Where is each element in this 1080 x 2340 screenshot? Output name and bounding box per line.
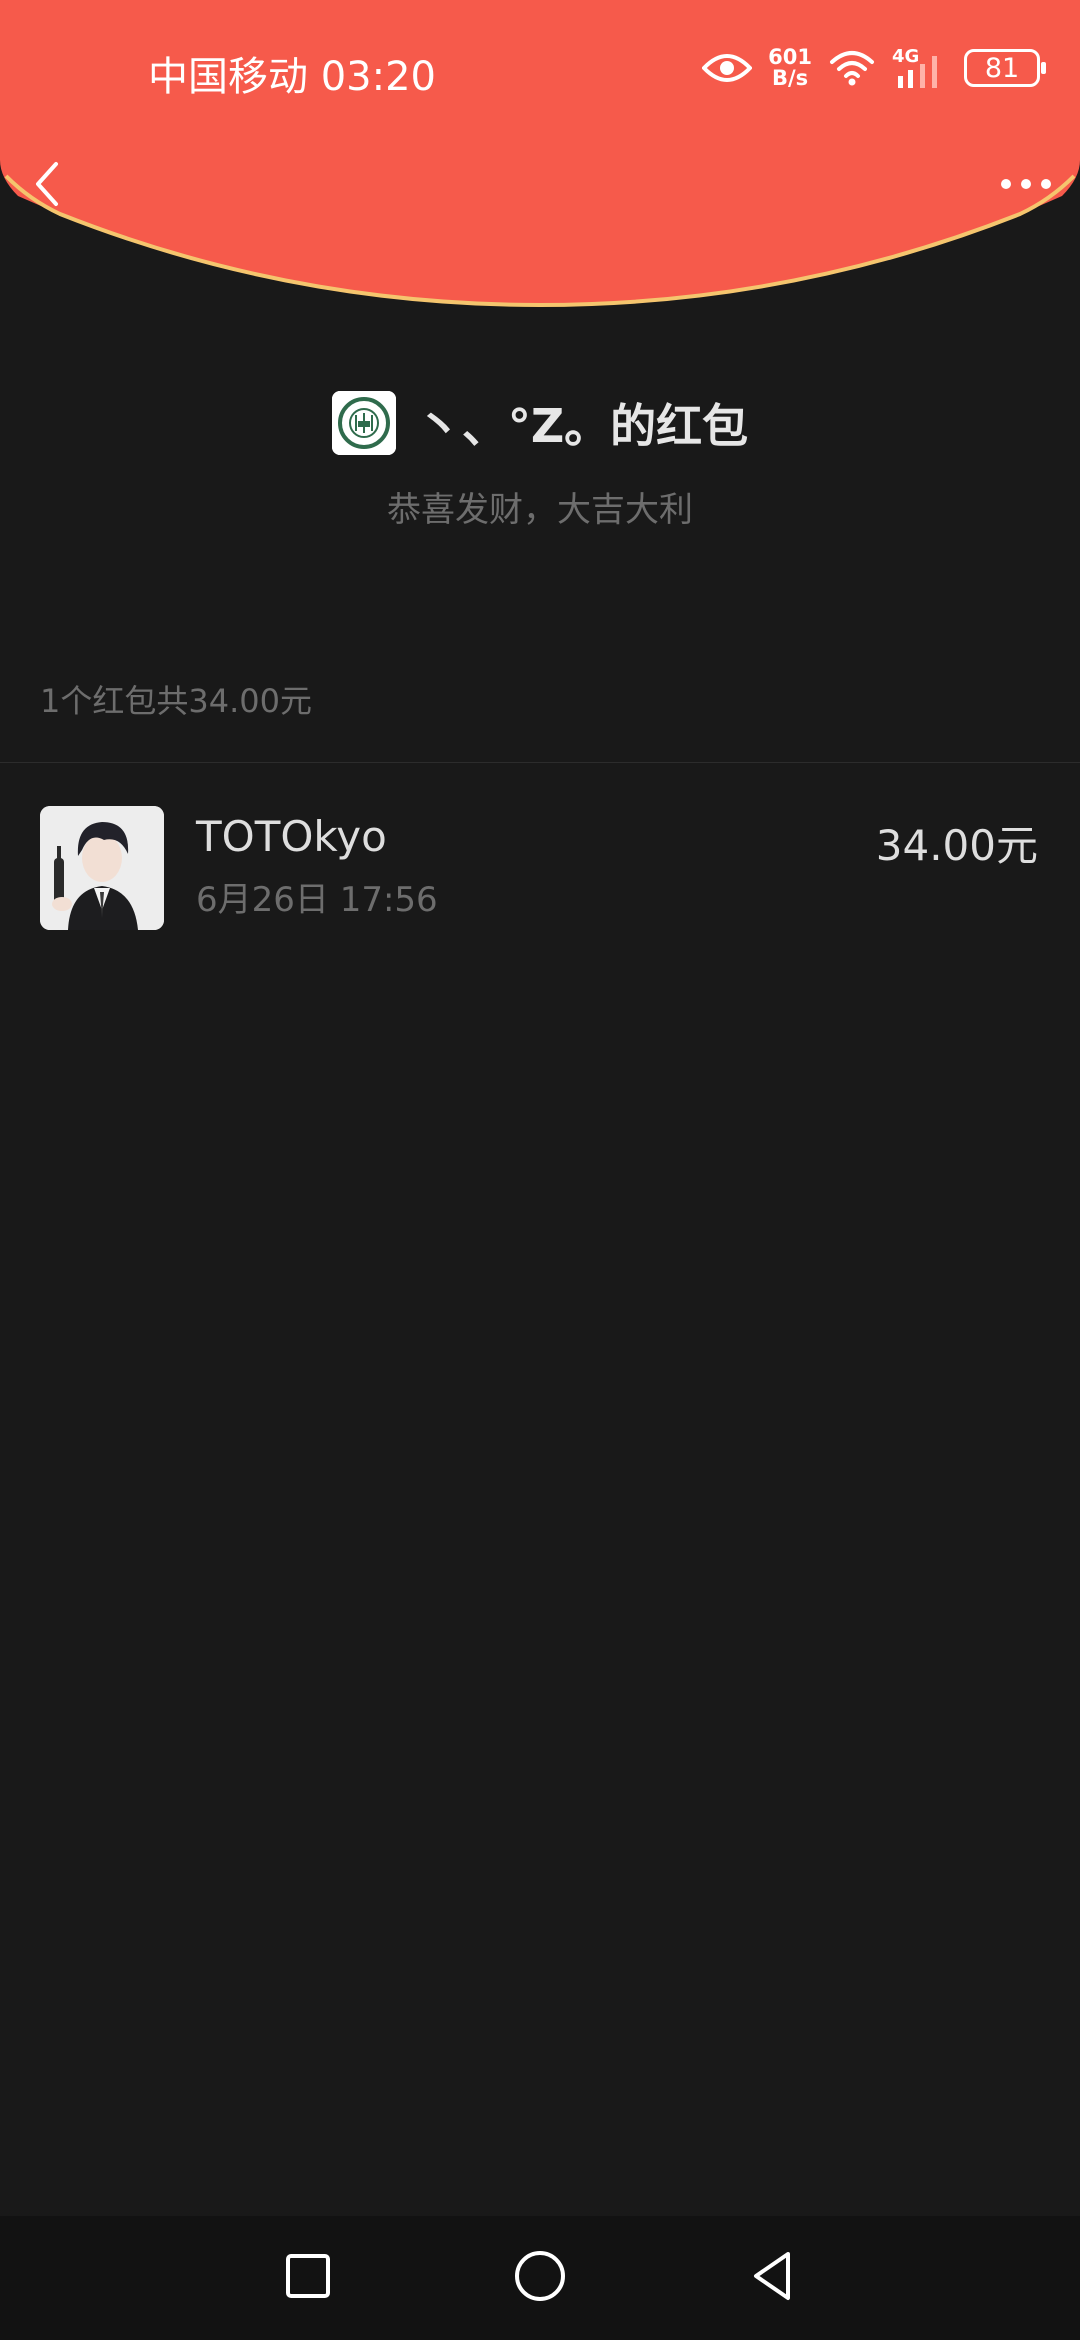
back-triangle-icon[interactable] (740, 2244, 804, 2308)
battery-icon: 81 (964, 49, 1046, 87)
packet-summary: 1个红包共34.00元 (40, 682, 312, 720)
receiver-name: TOTOkyo (196, 812, 387, 861)
recent-apps-icon[interactable] (276, 2244, 340, 2308)
status-icons: 601 B/s 4G 81 (702, 44, 1046, 92)
blessing-text: 恭喜发财，大吉大利 (387, 490, 693, 530)
carrier-time: 中国移动 03:20 (148, 54, 436, 100)
red-packet-detail-page: 中国移动 03:20 601 B/s 4G 81 丶、°Z。的红包 恭喜发财，大… (0, 0, 1080, 2340)
home-icon[interactable] (508, 2244, 572, 2308)
eye-icon (702, 54, 753, 82)
signal-icon: 4G (892, 46, 948, 90)
back-arrow-icon[interactable] (28, 158, 68, 210)
sender-avatar[interactable] (331, 391, 396, 455)
receiver-avatar[interactable] (40, 806, 164, 930)
receive-amount: 34.00元 (875, 821, 1038, 870)
sender-title: 丶、°Z。的红包 (415, 399, 749, 453)
divider (0, 762, 1080, 763)
sender-row: 丶、°Z。的红包 (0, 390, 1080, 456)
receiver-row[interactable]: TOTOkyo 6月26日 17:56 34.00元 (0, 806, 1080, 930)
more-options-icon[interactable] (998, 172, 1054, 196)
wifi-icon (830, 51, 874, 86)
status-bar: 中国移动 03:20 601 B/s 4G 81 (0, 0, 1080, 140)
net-speed: 601 B/s (768, 45, 812, 90)
receive-time: 6月26日 17:56 (196, 880, 438, 920)
system-nav-bar (0, 2216, 1080, 2340)
